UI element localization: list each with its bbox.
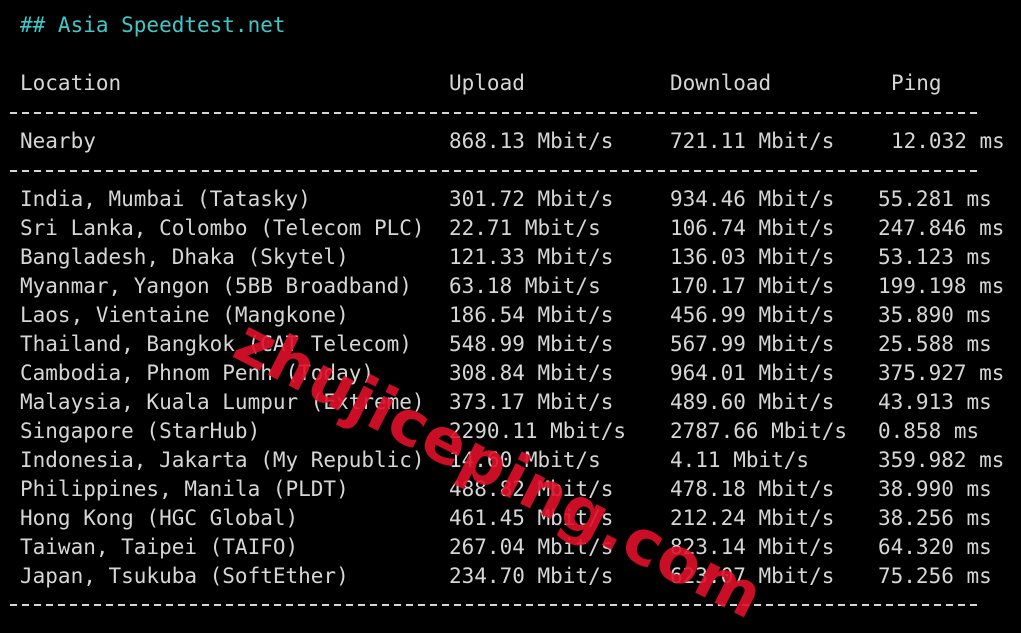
row-ping: 12.032 ms xyxy=(891,129,1005,153)
row-location: Bangladesh, Dhaka (Skytel) xyxy=(20,245,349,269)
row-location: Taiwan, Taipei (TAIFO) xyxy=(20,535,299,559)
row-upload: 234.70 Mbit/s xyxy=(449,564,614,588)
row-location: India, Mumbai (Tatasky) xyxy=(20,187,311,211)
row-download: 478.18 Mbit/s xyxy=(670,477,835,501)
row-download: 567.99 Mbit/s xyxy=(670,332,835,356)
header-location: Location xyxy=(20,71,122,95)
row-ping: 53.123 ms xyxy=(878,245,992,269)
row-ping: 43.913 ms xyxy=(878,390,992,414)
row-ping: 25.588 ms xyxy=(878,332,992,356)
row-upload: 186.54 Mbit/s xyxy=(449,303,614,327)
row-download: 4.11 Mbit/s xyxy=(670,448,810,472)
row-location: Singapore (StarHub) xyxy=(20,419,261,443)
header-download: Download xyxy=(670,71,772,95)
row-ping: 0.858 ms xyxy=(878,419,980,443)
table-header: Location Upload Download Ping xyxy=(20,69,942,98)
row-ping: 359.982 ms xyxy=(878,448,1005,472)
row-ping: 64.320 ms xyxy=(878,535,992,559)
row-location: Nearby xyxy=(20,129,96,153)
row-ping: 55.281 ms xyxy=(878,187,992,211)
row-upload: 373.17 Mbit/s xyxy=(449,390,614,414)
row-location: Japan, Tsukuba (SoftEther) xyxy=(20,564,349,588)
row-download: 964.01 Mbit/s xyxy=(670,361,835,385)
row-location: Philippines, Manila (PLDT) xyxy=(20,477,349,501)
row-location: Myanmar, Yangon (5BB Broadband) xyxy=(20,274,412,298)
header-upload: Upload xyxy=(449,71,525,95)
row-download: 136.03 Mbit/s xyxy=(670,245,835,269)
row-upload: 548.99 Mbit/s xyxy=(449,332,614,356)
row-download: 170.17 Mbit/s xyxy=(670,274,835,298)
row-ping: 247.846 ms xyxy=(878,216,1005,240)
row-download: 456.99 Mbit/s xyxy=(670,303,835,327)
terminal-window: ## Asia Speedtest.net Location Upload Do… xyxy=(0,0,1021,633)
row-upload: 301.72 Mbit/s xyxy=(449,187,614,211)
row-download: 106.74 Mbit/s xyxy=(670,216,835,240)
row-ping: 199.198 ms xyxy=(878,274,1005,298)
row-ping: 75.256 ms xyxy=(878,564,992,588)
row-location: Sri Lanka, Colombo (Telecom PLC) xyxy=(20,216,425,240)
row-ping: 375.927 ms xyxy=(878,361,1005,385)
section-title: ## Asia Speedtest.net xyxy=(20,13,286,37)
divider xyxy=(10,604,980,606)
row-upload: 308.84 Mbit/s xyxy=(449,361,614,385)
row-location: Hong Kong (HGC Global) xyxy=(20,506,299,530)
divider xyxy=(10,170,980,172)
row-ping: 38.256 ms xyxy=(878,506,992,530)
row-ping: 38.990 ms xyxy=(878,477,992,501)
row-upload: 63.18 Mbit/s xyxy=(449,274,601,298)
row-download: 934.46 Mbit/s xyxy=(670,187,835,211)
row-download: 2787.66 Mbit/s xyxy=(670,419,848,443)
row-ping: 35.890 ms xyxy=(878,303,992,327)
row-download: 721.11 Mbit/s xyxy=(670,129,835,153)
divider xyxy=(10,112,980,114)
row-download: 489.60 Mbit/s xyxy=(670,390,835,414)
row-location: Indonesia, Jakarta (My Republic) xyxy=(20,448,425,472)
row-upload: 22.71 Mbit/s xyxy=(449,216,601,240)
table-row-nearby: Nearby 868.13 Mbit/s 721.11 Mbit/s 12.03… xyxy=(20,127,1005,156)
row-upload: 121.33 Mbit/s xyxy=(449,245,614,269)
row-upload: 868.13 Mbit/s xyxy=(449,129,614,153)
header-ping: Ping xyxy=(891,71,942,95)
